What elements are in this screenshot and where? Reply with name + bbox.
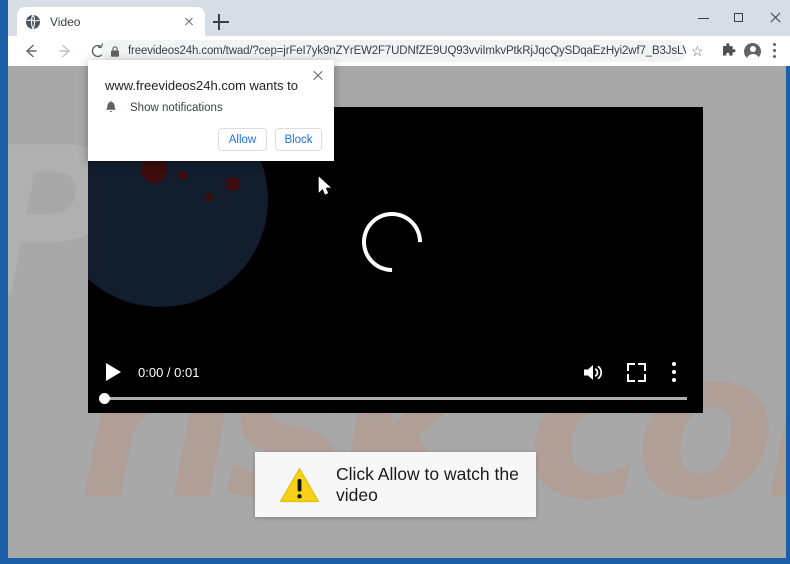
close-icon[interactable] xyxy=(181,14,197,30)
window-close-button[interactable] xyxy=(761,6,789,30)
notification-permission-dialog: www.freevideos24h.com wants to Show noti… xyxy=(88,60,334,161)
block-button[interactable]: Block xyxy=(275,128,322,151)
play-button[interactable] xyxy=(106,363,121,381)
bookmark-star-icon[interactable]: ☆ xyxy=(691,44,704,58)
profile-avatar-icon[interactable] xyxy=(744,43,761,60)
browser-tab[interactable]: Video xyxy=(17,7,205,36)
dialog-permission-row: Show notifications xyxy=(105,101,223,115)
globe-icon xyxy=(25,14,41,30)
fullscreen-icon[interactable] xyxy=(627,363,646,382)
window-maximize-button[interactable] xyxy=(725,6,753,30)
warning-triangle-icon xyxy=(279,467,320,503)
puzzle-icon[interactable] xyxy=(720,43,736,59)
new-tab-button[interactable] xyxy=(211,12,231,32)
back-icon[interactable] xyxy=(19,39,43,63)
video-progress-bar[interactable] xyxy=(105,397,687,400)
address-bar[interactable]: freevideos24h.com/twad/?cep=jrFeI7yk9nZY… xyxy=(101,40,686,62)
poster-blob xyxy=(205,193,213,201)
bell-icon xyxy=(105,101,117,115)
allow-button[interactable]: Allow xyxy=(218,128,267,151)
browser-window: Video freevideos24h.com/twad/?cep=jrFeI7… xyxy=(0,0,790,564)
forward-icon[interactable] xyxy=(53,39,77,63)
video-kebab-menu-icon[interactable] xyxy=(672,362,676,382)
lock-icon xyxy=(109,45,121,58)
video-controls-bar: 0:00 / 0:01 xyxy=(88,351,703,413)
url-text: freevideos24h.com/twad/?cep=jrFeI7yk9nZY… xyxy=(128,45,686,57)
video-time-display: 0:00 / 0:01 xyxy=(138,365,200,380)
tab-title: Video xyxy=(50,14,81,29)
dialog-title: www.freevideos24h.com wants to xyxy=(105,78,298,93)
volume-icon[interactable] xyxy=(582,362,606,383)
dialog-close-icon[interactable] xyxy=(310,67,326,83)
video-progress-handle[interactable] xyxy=(99,392,110,404)
poster-blob xyxy=(226,177,240,191)
poster-blob xyxy=(178,171,187,180)
click-allow-banner: Click Allow to watch the video xyxy=(255,452,536,517)
window-minimize-button[interactable] xyxy=(690,6,718,30)
kebab-menu-icon[interactable] xyxy=(773,43,777,60)
banner-text: Click Allow to watch the video xyxy=(336,463,519,505)
tab-strip: Video xyxy=(8,0,790,36)
loading-spinner-icon xyxy=(349,199,435,285)
dialog-permission-label: Show notifications xyxy=(130,102,223,114)
